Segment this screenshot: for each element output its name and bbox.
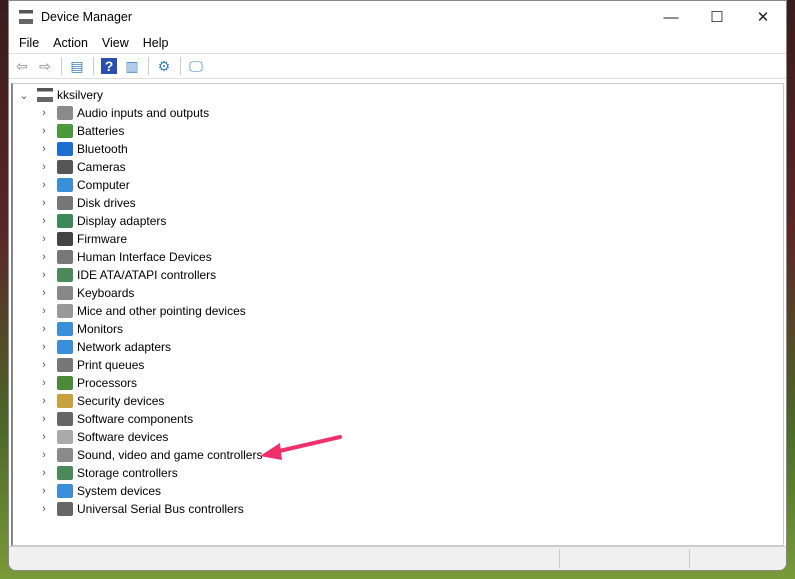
annotation-arrow (260, 435, 342, 460)
